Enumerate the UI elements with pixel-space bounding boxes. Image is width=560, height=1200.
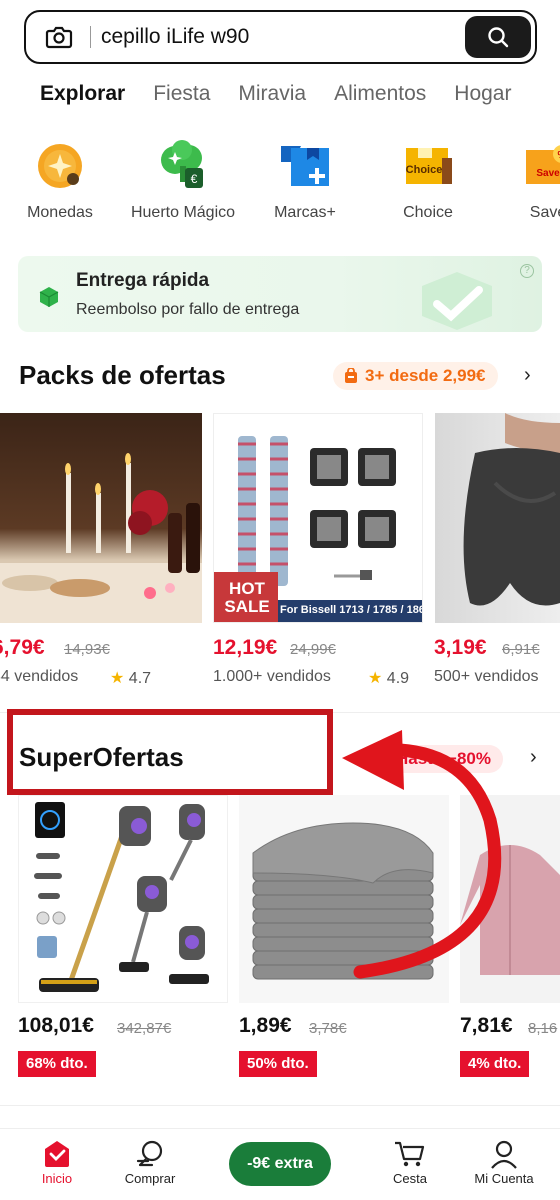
packs-title: Packs de ofertas — [19, 360, 226, 390]
product-caption: For Bissell 1713 / 1785 / 1866 — [280, 604, 423, 616]
product-sold: 34 vendidos — [0, 668, 79, 685]
brands-icon — [277, 138, 333, 194]
shop-search-icon — [136, 1140, 163, 1167]
super-save-icon: %Saver — [520, 138, 560, 194]
bottom-nav: Inicio Comprar -9€ extra Cesta Mi Cuenta — [0, 1128, 560, 1200]
help-icon[interactable]: ? — [520, 264, 534, 278]
delivery-title: Entrega rápida — [76, 270, 210, 291]
svg-text:Saver: Saver — [536, 168, 560, 179]
delivery-subtitle: Reembolso por fallo de entrega — [76, 301, 300, 318]
svg-text:Choice: Choice — [406, 164, 443, 176]
product-old-price: 3,78€ — [309, 1020, 347, 1037]
discount-badge: 68% dto. — [18, 1051, 96, 1077]
search-input[interactable] — [101, 25, 441, 49]
search-icon — [488, 27, 509, 48]
quick-categories: Monedas € Huerto Mágico Marcas+ Choice C… — [0, 138, 560, 228]
category-tabs: Explorar Fiesta Miravia Alimentos Hogar — [40, 82, 539, 106]
package-icon — [39, 287, 59, 307]
product-rating: ★ 4.9 — [368, 670, 410, 687]
star-icon: ★ — [110, 670, 125, 687]
tab-fiesta[interactable]: Fiesta — [153, 82, 210, 106]
product-image-candles[interactable] — [0, 413, 202, 623]
search-bar[interactable] — [24, 10, 537, 64]
packs-pill[interactable]: 3+ desde 2,99€ — [333, 362, 498, 390]
category-marcas[interactable]: Marcas+ — [240, 138, 370, 222]
fast-delivery-banner[interactable]: Entrega rápida Reembolso por fallo de en… — [18, 256, 542, 332]
product-price: 3,19€ — [434, 636, 487, 659]
product-sold: 1.000+ vendidos — [213, 668, 331, 685]
section-divider — [0, 1105, 560, 1106]
hot-sale-badge: HOT SALE — [224, 579, 270, 616]
star-icon: ★ — [368, 670, 383, 687]
product-image-brushes[interactable]: HOT SALE For Bissell 1713 / 1785 / 1866 — [213, 413, 423, 623]
tab-hogar[interactable]: Hogar — [454, 82, 511, 106]
checkmark-shield-icon — [422, 272, 492, 330]
cart-icon — [395, 1141, 425, 1167]
tab-explorar[interactable]: Explorar — [40, 82, 125, 106]
nav-cart[interactable]: Cesta — [360, 1137, 460, 1186]
annotation-overlay — [7, 709, 502, 979]
category-huerto-magico[interactable]: € Huerto Mágico — [118, 138, 248, 222]
annotation-arrow — [353, 743, 502, 979]
user-icon — [491, 1140, 517, 1169]
category-save[interactable]: %Saver Save — [483, 138, 560, 222]
highlight-box — [7, 709, 333, 795]
product-sold: 500+ vendidos — [434, 668, 539, 685]
product-rating: ★ 4.7 — [110, 670, 152, 687]
tab-alimentos[interactable]: Alimentos — [334, 82, 426, 106]
nav-account[interactable]: Mi Cuenta — [454, 1137, 554, 1186]
product-old-price: 342,87€ — [117, 1020, 172, 1037]
product-price: 6,79€ — [0, 636, 45, 659]
search-button[interactable] — [465, 16, 531, 58]
discount-badge: 4% dto. — [460, 1051, 530, 1077]
product-price: 1,89€ — [239, 1014, 292, 1037]
category-choice[interactable]: Choice Choice — [363, 138, 493, 222]
annotation-arrowhead — [342, 730, 404, 790]
product-price: 12,19€ — [213, 636, 278, 659]
camera-icon[interactable] — [42, 20, 76, 54]
product-old-price: 8,16 — [528, 1020, 558, 1037]
category-monedas[interactable]: Monedas — [0, 138, 125, 222]
choice-icon: Choice — [400, 138, 456, 194]
svg-text:€: € — [191, 172, 198, 186]
home-icon — [45, 1141, 69, 1167]
discount-badge: 50% dto. — [239, 1051, 317, 1077]
magic-garden-icon: € — [155, 138, 211, 194]
product-price: 7,81€ — [460, 1014, 513, 1037]
coins-icon — [32, 138, 88, 194]
product-old-price: 6,91€ — [502, 641, 540, 658]
nav-home[interactable]: Inicio — [7, 1137, 107, 1186]
product-old-price: 24,99€ — [290, 641, 336, 658]
nav-shop[interactable]: Comprar — [100, 1137, 200, 1186]
extra-discount-button[interactable]: -9€ extra — [229, 1142, 331, 1186]
search-separator — [90, 26, 91, 48]
bag-icon — [345, 368, 357, 383]
product-price: 108,01€ — [18, 1014, 94, 1037]
product-image-shorts[interactable] — [435, 413, 560, 623]
shorts-scene — [463, 413, 560, 606]
tab-miravia[interactable]: Miravia — [238, 82, 306, 106]
packs-chevron-icon[interactable]: › — [524, 364, 531, 387]
candles-scene — [0, 453, 202, 623]
product-old-price: 14,93€ — [64, 641, 110, 658]
